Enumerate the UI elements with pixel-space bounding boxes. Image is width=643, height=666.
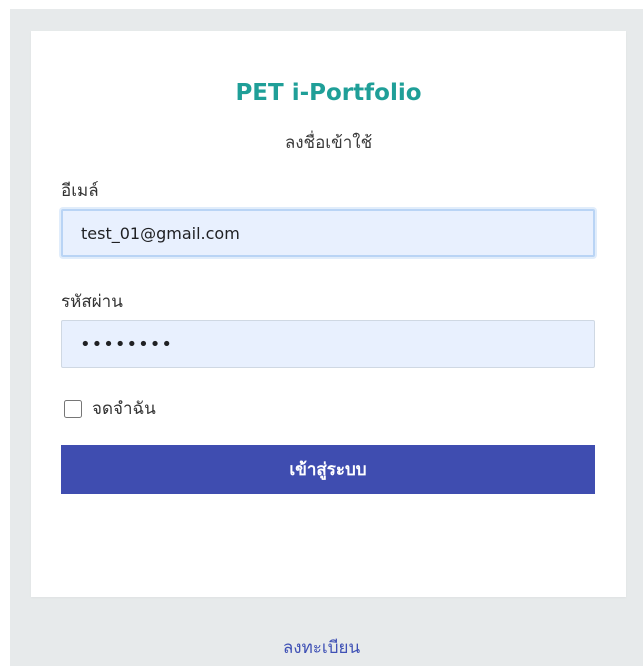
remember-me-row[interactable]: จดจำฉัน — [64, 395, 156, 422]
password-label: รหัสผ่าน — [61, 292, 123, 312]
app-title: PET i-Portfolio — [235, 80, 422, 106]
password-input[interactable] — [61, 320, 595, 368]
page-subtitle: ลงชื่อเข้าใช้ — [284, 133, 373, 153]
register-link[interactable]: ลงทะเบียน — [0, 634, 643, 661]
login-button[interactable]: เข้าสู่ระบบ — [61, 445, 595, 494]
email-label: อีเมล์ — [61, 181, 99, 201]
remember-me-checkbox[interactable] — [64, 399, 82, 418]
email-input[interactable] — [61, 209, 595, 257]
login-card: PET i-Portfolio ลงชื่อเข้าใช้ อีเมล์ รหั… — [31, 31, 626, 597]
remember-me-label: จดจำฉัน — [92, 399, 156, 419]
